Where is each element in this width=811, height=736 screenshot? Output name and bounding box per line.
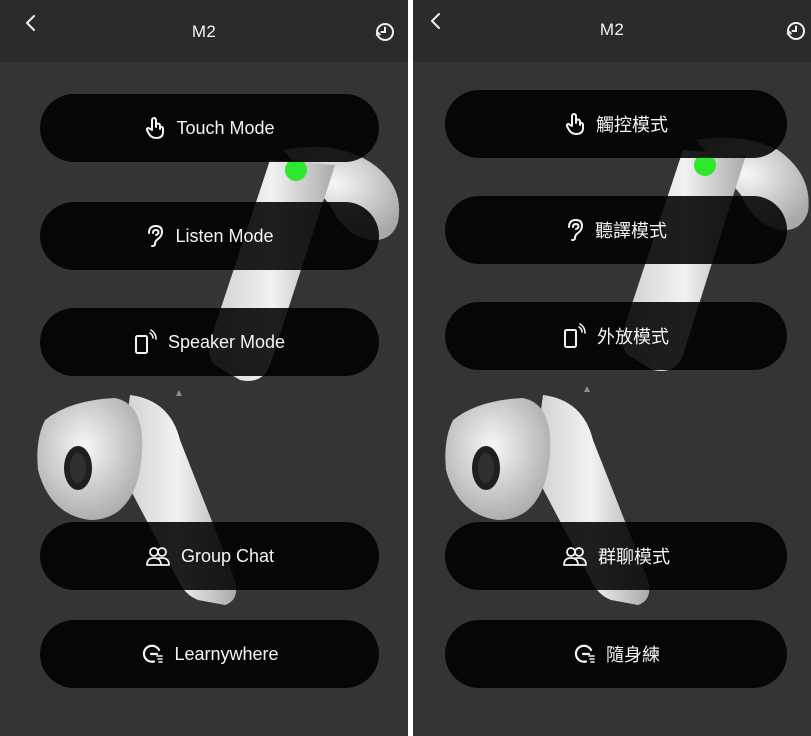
speaker-mode-label: 外放模式: [597, 327, 669, 347]
listen-mode-button[interactable]: Listen Mode: [40, 202, 379, 270]
ear-icon: [568, 218, 584, 241]
touch-icon: [565, 113, 584, 135]
group-chat-button[interactable]: 群聊模式: [445, 522, 787, 590]
learnywhere-label: Learnywhere: [174, 643, 279, 664]
listen-mode-button[interactable]: 聽譯模式: [445, 196, 787, 264]
group-chat-label: 群聊模式: [598, 547, 670, 567]
listen-mode-label: Listen Mode: [175, 225, 274, 246]
learnywhere-icon: [143, 644, 164, 663]
indicator-caret: [176, 390, 182, 396]
listen-mode-label: 聽譯模式: [595, 221, 667, 241]
history-icon[interactable]: [374, 21, 396, 43]
screen-chinese: M2 觸控模式 聽譯模式 外放模式 群聊模式 隨身練: [413, 0, 811, 736]
group-icon: [563, 547, 587, 566]
page-title: M2: [599, 20, 625, 39]
touch-mode-button[interactable]: Touch Mode: [40, 94, 379, 162]
group-chat-button[interactable]: Group Chat: [40, 522, 379, 590]
speaker-phone-icon: [564, 323, 586, 348]
learnywhere-button[interactable]: Learnywhere: [40, 620, 379, 688]
touch-icon: [146, 117, 165, 139]
top-bar: M2: [0, 0, 408, 62]
touch-mode-label: 觸控模式: [596, 115, 668, 135]
page-title: M2: [191, 22, 217, 41]
history-icon[interactable]: [785, 20, 807, 42]
touch-mode-button[interactable]: 觸控模式: [445, 90, 787, 158]
learnywhere-button[interactable]: 隨身練: [445, 620, 787, 688]
ear-icon: [148, 224, 164, 247]
indicator-caret: [584, 386, 590, 392]
group-chat-label: Group Chat: [180, 545, 275, 566]
speaker-phone-icon: [134, 329, 157, 354]
learnywhere-label: 隨身練: [606, 645, 660, 665]
speaker-mode-button[interactable]: 外放模式: [445, 302, 787, 370]
screen-english: M2 Touch Mode Listen Mode Speaker Mode G…: [0, 0, 408, 736]
group-icon: [146, 547, 170, 566]
speaker-mode-label: Speaker Mode: [167, 331, 286, 352]
speaker-mode-button[interactable]: Speaker Mode: [40, 308, 379, 376]
touch-mode-label: Touch Mode: [176, 117, 275, 138]
learnywhere-icon: [574, 644, 595, 663]
top-bar: M2: [413, 0, 811, 62]
